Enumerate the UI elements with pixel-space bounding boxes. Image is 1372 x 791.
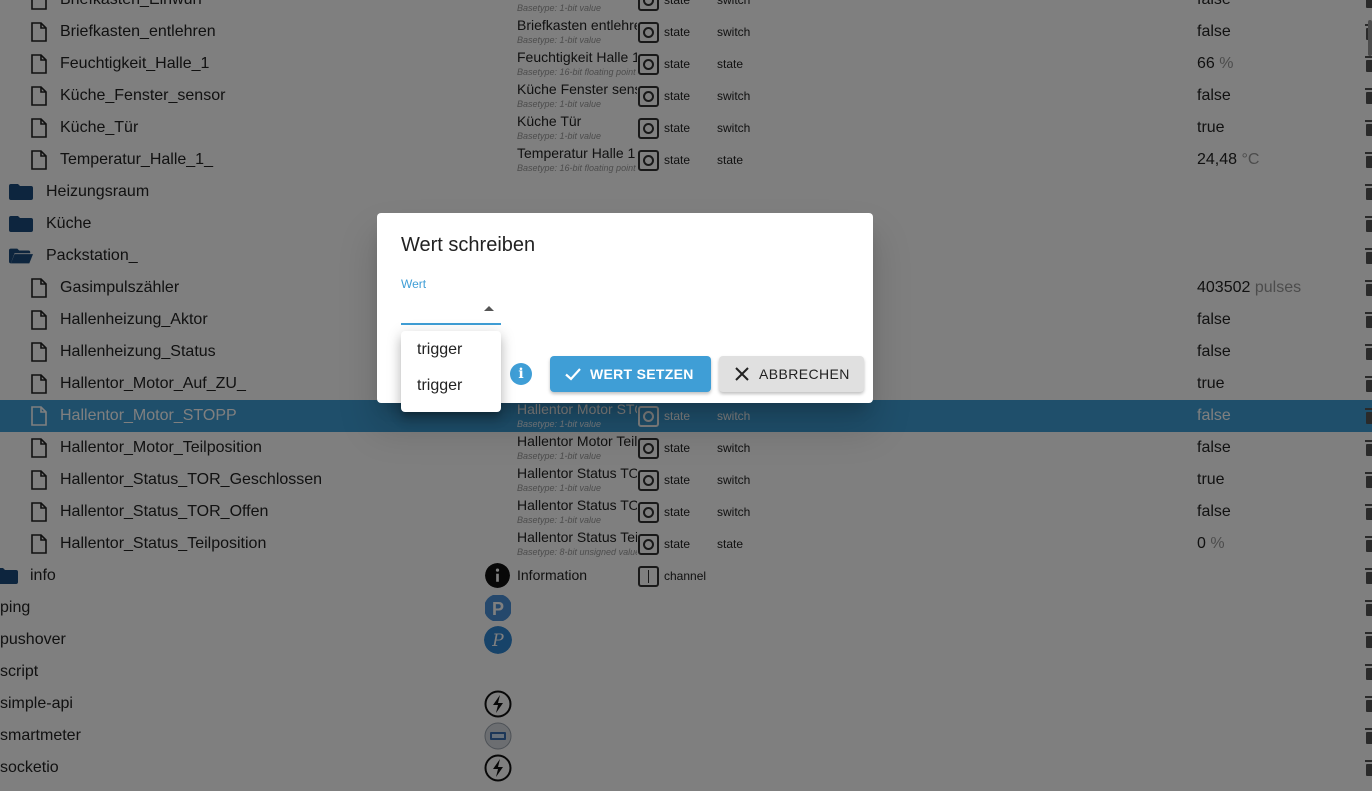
cancel-button[interactable]: ABBRECHEN: [719, 356, 864, 392]
close-icon: [735, 367, 749, 381]
dialog-title: Wert schreiben: [401, 234, 536, 256]
check-icon: [565, 368, 581, 381]
set-value-button[interactable]: WERT SETZEN: [550, 356, 711, 392]
dropdown-option[interactable]: trigger: [401, 332, 501, 368]
caret-up-icon: [484, 306, 494, 311]
info-icon[interactable]: i: [510, 363, 532, 385]
set-value-label: WERT SETZEN: [590, 366, 694, 382]
dropdown-option[interactable]: trigger: [401, 368, 501, 404]
cancel-label: ABBRECHEN: [759, 366, 850, 382]
value-field-label: Wert: [401, 277, 427, 291]
value-select[interactable]: [401, 295, 501, 325]
value-dropdown-menu: trigger trigger: [401, 331, 501, 412]
